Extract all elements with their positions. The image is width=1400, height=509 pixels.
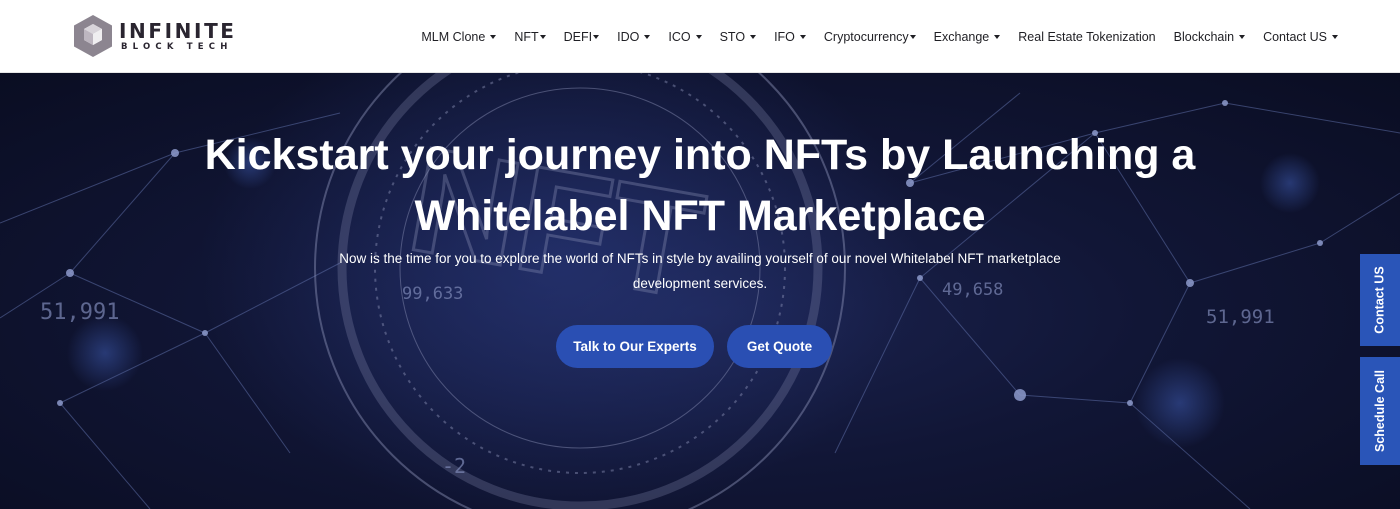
logo-tagline: BLOCK TECH <box>121 41 233 52</box>
nav-label: ICO <box>668 29 691 44</box>
chevron-down-icon <box>539 34 546 39</box>
chevron-down-icon <box>994 34 1001 39</box>
logo-text: INFINITE BLOCK TECH <box>119 20 237 53</box>
chevron-down-icon <box>1332 34 1338 39</box>
nav-item-exchange[interactable]: Exchange <box>934 30 1001 44</box>
nav-label: NFT <box>514 29 539 44</box>
nav-label: MLM Clone <box>421 29 486 44</box>
nav-item-cryptocurrency[interactable]: Cryptocurrency <box>824 30 916 44</box>
chevron-down-icon <box>695 34 702 39</box>
hero-subtitle: Now is the time for you to explore the w… <box>290 246 1110 296</box>
schedule-call-side-tab[interactable]: Schedule Call <box>1360 357 1400 465</box>
nav-item-real-estate-tokenization[interactable]: Real Estate Tokenization <box>1018 30 1155 44</box>
get-quote-button[interactable]: Get Quote <box>727 325 832 368</box>
hero-subtitle-line: development services. <box>632 276 768 291</box>
nav-label: Real Estate Tokenization <box>1018 29 1156 44</box>
hero-title-line: Kickstart your journey into NFTs by Laun… <box>204 131 1196 179</box>
hero-title-line: Whitelabel NFT Marketplace <box>414 192 986 240</box>
nav-label: Contact US <box>1263 29 1327 44</box>
chevron-down-icon <box>909 34 916 39</box>
chevron-down-icon <box>799 34 806 39</box>
hero-section: NFT 51,991 99,633 49,658 51,991 -2 Kicks… <box>0 73 1400 509</box>
brand-logo[interactable]: INFINITE BLOCK TECH <box>70 13 250 59</box>
chevron-down-icon <box>490 34 497 39</box>
nav-item-nft[interactable]: NFT <box>514 29 546 44</box>
hero-bg-number: 51,991 <box>40 300 119 325</box>
cube-hexagon-icon <box>74 15 112 57</box>
nav-label: Cryptocurrency <box>823 29 909 44</box>
nav-label: STO <box>719 29 746 44</box>
nav-label: Blockchain <box>1173 29 1235 44</box>
hero-subtitle-line: Now is the time for you to explore the w… <box>339 251 1061 266</box>
chevron-down-icon <box>593 34 600 39</box>
hero-bg-number: 51,991 <box>1206 306 1275 328</box>
site-header: INFINITE BLOCK TECH MLM Clone NFT DEFI I… <box>0 0 1400 73</box>
nav-item-blockchain[interactable]: Blockchain <box>1173 29 1246 44</box>
nav-label: DEFI <box>563 29 593 44</box>
hero-title: Kickstart your journey into NFTs by Laun… <box>150 125 1250 247</box>
chevron-down-icon <box>644 34 651 39</box>
nav-item-contact-us[interactable]: Contact US <box>1263 30 1338 44</box>
nav-item-mlm-clone[interactable]: MLM Clone <box>421 29 497 44</box>
main-nav: MLM Clone NFT DEFI IDO ICO STO IFO Crypt… <box>421 0 1338 73</box>
nav-label: Exchange <box>933 29 990 44</box>
contact-us-tab-label: Contact US <box>1373 266 1387 334</box>
nav-item-ico[interactable]: ICO <box>668 29 702 44</box>
nav-label: IFO <box>774 29 795 44</box>
nav-item-defi[interactable]: DEFI <box>563 29 600 44</box>
nav-label: IDO <box>617 29 640 44</box>
logo-name: INFINITE <box>119 18 237 43</box>
contact-us-side-tab[interactable]: Contact US <box>1360 254 1400 346</box>
schedule-call-tab-label: Schedule Call <box>1373 370 1388 452</box>
chevron-down-icon <box>750 34 757 39</box>
nav-item-sto[interactable]: STO <box>719 29 757 44</box>
talk-to-experts-button[interactable]: Talk to Our Experts <box>556 325 714 368</box>
chevron-down-icon <box>1239 34 1246 39</box>
nav-item-ido[interactable]: IDO <box>617 29 651 44</box>
nav-item-ifo[interactable]: IFO <box>774 30 806 44</box>
hero-bg-number: -2 <box>442 454 466 478</box>
